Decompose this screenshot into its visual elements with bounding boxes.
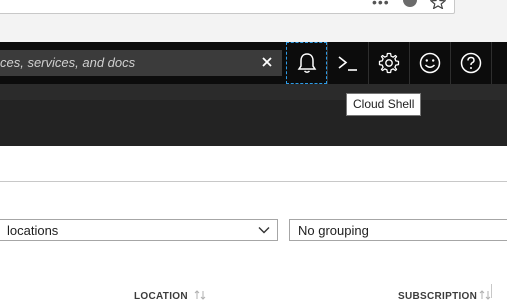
- settings-button[interactable]: [368, 42, 409, 84]
- help-button[interactable]: [450, 42, 491, 84]
- cloud-shell-tooltip: Cloud Shell: [346, 93, 422, 116]
- search-input[interactable]: ces, services, and docs: [0, 55, 135, 70]
- more-dots-icon[interactable]: •••: [372, 0, 390, 10]
- sort-arrows-icon[interactable]: [478, 290, 492, 300]
- sort-arrows-icon[interactable]: [193, 290, 207, 300]
- global-search-box[interactable]: ces, services, and docs: [0, 50, 282, 76]
- smiley-icon: [419, 52, 440, 74]
- column-header-subscription[interactable]: SUBSCRIPTION: [398, 291, 477, 302]
- grouping-dropdown[interactable]: No grouping: [289, 219, 507, 241]
- gear-icon: [378, 52, 399, 74]
- toolbar-separator: [491, 42, 492, 84]
- grouping-value: No grouping: [298, 223, 369, 238]
- location-filter-value: locations: [7, 223, 59, 238]
- cloud-shell-button[interactable]: [328, 42, 368, 84]
- favorite-star-icon[interactable]: [430, 0, 446, 9]
- top-navigation-bar: ces, services, and docs: [0, 42, 507, 84]
- column-header-location[interactable]: LOCATION: [134, 291, 188, 302]
- notifications-button[interactable]: [286, 42, 327, 84]
- browser-chrome: •••: [0, 0, 507, 42]
- chevron-down-icon: [258, 227, 270, 234]
- clear-search-icon[interactable]: [260, 55, 274, 69]
- help-icon: [460, 52, 481, 74]
- location-filter-dropdown[interactable]: locations: [0, 219, 278, 241]
- blade-header: [0, 100, 507, 146]
- feedback-button[interactable]: [409, 42, 450, 84]
- column-separator: [491, 284, 492, 298]
- bell-icon: [297, 53, 316, 73]
- content-divider: [0, 181, 507, 182]
- cloud-shell-icon: [338, 56, 357, 71]
- portal-subheader: [0, 84, 507, 100]
